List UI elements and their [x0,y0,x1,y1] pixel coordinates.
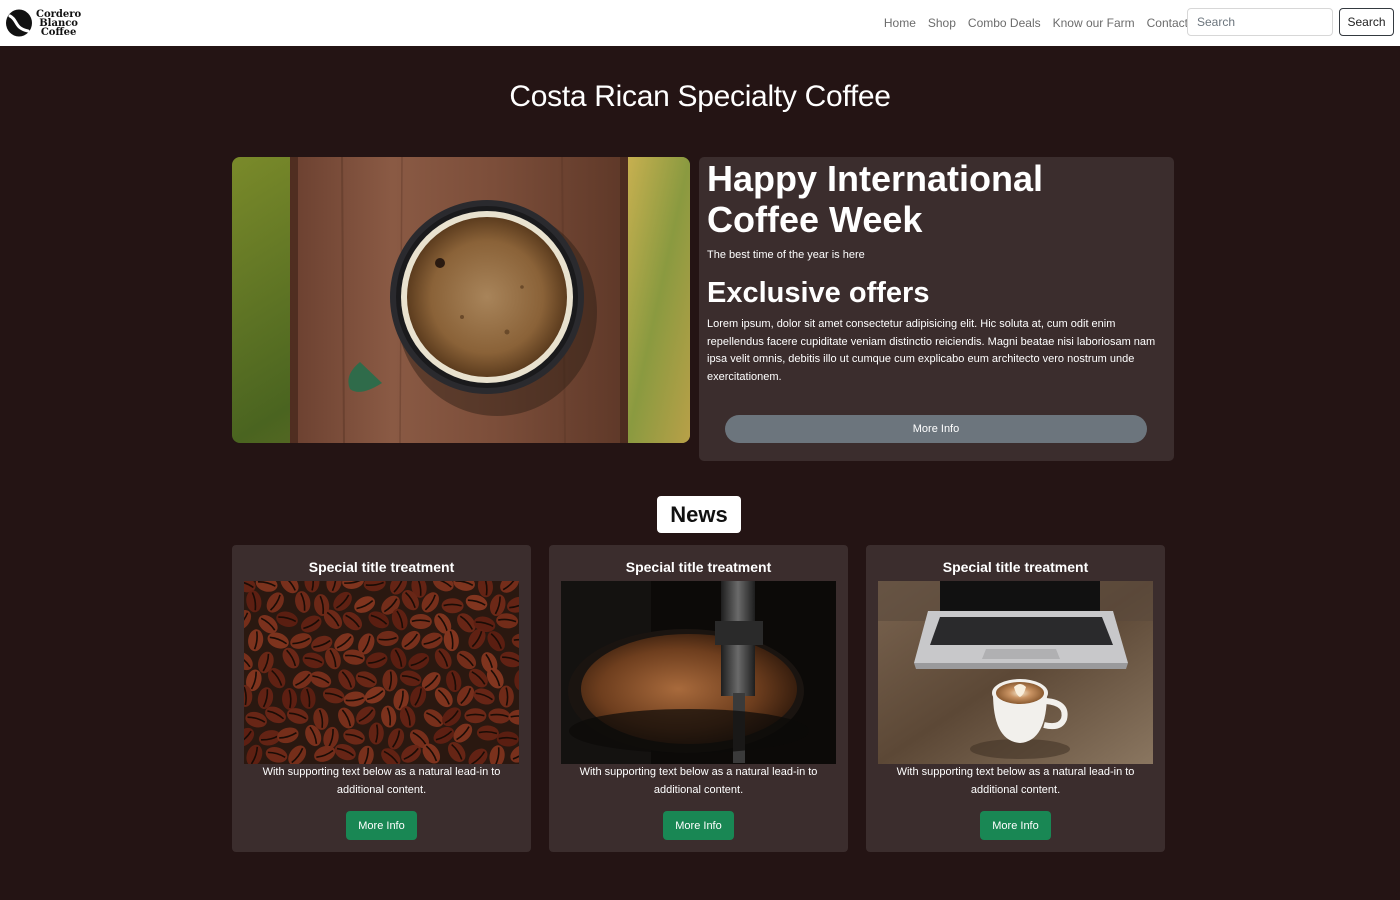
offer-text: Lorem ipsum, dolor sit amet consectetur … [707,318,1156,384]
news-card: Special title treatment With supporting … [866,545,1165,852]
card-text: With supporting text below as a natural … [579,766,818,796]
brand-logo[interactable]: Cordero Blanco Coffee [4,6,81,40]
page-title: Costa Rican Specialty Coffee [509,80,891,113]
card-more-info-button[interactable]: More Info [346,811,417,840]
hero-card: Happy International Coffee Week The best… [699,157,1174,461]
nav-link-home[interactable]: Home [884,16,916,30]
brand-name: Cordero Blanco Coffee [36,9,81,38]
card-title: Special title treatment [625,559,772,575]
brand-name-line: Coffee [40,26,77,38]
card-title: Special title treatment [942,559,1089,575]
offer-heading: Exclusive offers [707,277,930,309]
hero-heading: Happy International Coffee Week [707,158,1044,240]
nav-links: Home Shop Combo Deals Know our Farm Cont… [872,0,1188,46]
news-heading: News [657,496,741,533]
news-card: Special title treatment With supporting … [232,545,531,852]
coffee-roaster-image [561,581,836,764]
card-more-info-button[interactable]: More Info [663,811,734,840]
search-button[interactable]: Search [1339,8,1394,36]
nav-link-contact[interactable]: Contact [1147,16,1188,30]
navbar: Cordero Blanco Coffee Home Shop Combo De… [0,0,1400,46]
news-card: Special title treatment With supporting … [549,545,848,852]
nav-link-combo-deals[interactable]: Combo Deals [968,16,1041,30]
search-input[interactable] [1187,8,1333,36]
hero-image [232,157,690,443]
card-text: With supporting text below as a natural … [262,766,501,796]
card-title: Special title treatment [308,559,455,575]
nav-link-know-our-farm[interactable]: Know our Farm [1053,16,1135,30]
card-text: With supporting text below as a natural … [896,766,1135,796]
hero-subheading: The best time of the year is here [707,249,865,261]
latte-laptop-image [878,581,1153,764]
coffee-beans-image [244,581,519,764]
coffee-bean-icon [6,9,32,37]
nav-link-shop[interactable]: Shop [928,16,956,30]
card-more-info-button[interactable]: More Info [980,811,1051,840]
hero-more-info-button[interactable]: More Info [725,415,1147,443]
